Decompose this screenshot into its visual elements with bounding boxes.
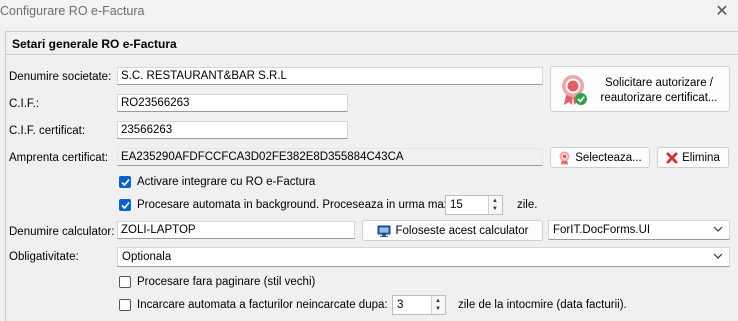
fingerprint-field: EA235290AFDFCCFCA3D02FE382E8D355884C43CA: [117, 148, 543, 166]
auto-processing-label[interactable]: Procesare automata in background. Proces…: [137, 199, 453, 211]
certificate-icon: [557, 73, 589, 107]
auto-upload-checkbox[interactable]: [119, 299, 131, 311]
company-input[interactable]: S.C. RESTAURANT&BAR S.R.L: [117, 67, 543, 85]
stepper-arrows[interactable]: ▲ ▼: [488, 196, 502, 214]
window-title: Configurare RO e-Factura: [0, 4, 145, 18]
use-this-computer-label: Foloseste acest calculator: [395, 224, 529, 237]
close-icon[interactable]: ✕: [714, 1, 730, 21]
obligation-select[interactable]: Optionala: [117, 247, 730, 267]
obligation-label: Obligativitate:: [9, 251, 79, 263]
cif-label: C.I.F.:: [9, 98, 40, 110]
no-paging-label[interactable]: Procesare fara paginare (stil vechi): [137, 276, 315, 288]
stepper-down-icon[interactable]: ▼: [492, 206, 498, 212]
cert-cif-label: C.I.F. certificat:: [9, 125, 86, 137]
processing-days-stepper[interactable]: 15 ▲ ▼: [445, 195, 503, 215]
auto-upload-label[interactable]: Incarcare automata a facturilor neincarc…: [137, 299, 388, 311]
remove-certificate-label: Elimina: [682, 151, 720, 164]
group-divider: [6, 54, 738, 55]
enable-integration-checkbox[interactable]: [119, 176, 131, 188]
group-title: Setari generale RO e-Factura: [12, 37, 177, 51]
cert-cif-input[interactable]: 23566263: [117, 121, 348, 139]
computer-input[interactable]: ZOLI-LAPTOP: [117, 221, 355, 239]
auto-processing-checkbox[interactable]: [119, 199, 131, 211]
authorize-button-line2: reautorizare certificat...: [600, 92, 718, 104]
remove-icon: [666, 152, 678, 164]
form-module-value: ForIT.DocForms.UI: [553, 224, 651, 236]
enable-integration-label[interactable]: Activare integrare cu RO e-Factura: [137, 176, 315, 188]
processing-days-unit: zile.: [517, 199, 538, 211]
cif-input[interactable]: RO23566263: [117, 94, 348, 112]
certificate-icon: [558, 151, 571, 165]
stepper-down-icon[interactable]: ▼: [435, 306, 441, 312]
stepper-up-icon[interactable]: ▲: [492, 198, 498, 204]
stepper-arrows[interactable]: ▲ ▼: [431, 296, 445, 314]
upload-days-unit: zile de la intocmire (data facturii).: [458, 299, 627, 311]
title-bar: Configurare RO e-Factura ✕: [0, 0, 738, 24]
use-this-computer-button[interactable]: Foloseste acest calculator: [362, 220, 543, 241]
select-certificate-label: Selecteaza...: [575, 151, 642, 164]
upload-days-stepper[interactable]: 3 ▲ ▼: [392, 295, 446, 315]
upload-days-value[interactable]: 3: [397, 299, 403, 311]
fingerprint-label: Amprenta certificat:: [9, 152, 109, 164]
obligation-value: Optionala: [122, 251, 172, 263]
company-label: Denumire societate:: [9, 71, 112, 83]
stepper-up-icon[interactable]: ▲: [435, 298, 441, 304]
remove-certificate-button[interactable]: Elimina: [657, 147, 729, 168]
chevron-down-icon[interactable]: [713, 251, 723, 263]
no-paging-checkbox[interactable]: [119, 276, 131, 288]
authorize-button-line1: Solicitare autorizare /: [604, 77, 714, 89]
computer-label: Denumire calculator:: [9, 226, 115, 238]
select-certificate-button[interactable]: Selecteaza...: [550, 147, 650, 168]
processing-days-value[interactable]: 15: [450, 199, 463, 211]
chevron-down-icon[interactable]: [713, 224, 723, 236]
computer-icon: [377, 225, 391, 237]
form-module-select[interactable]: ForIT.DocForms.UI: [548, 220, 730, 240]
authorize-certificate-button[interactable]: Solicitare autorizare / reautorizare cer…: [550, 66, 730, 112]
